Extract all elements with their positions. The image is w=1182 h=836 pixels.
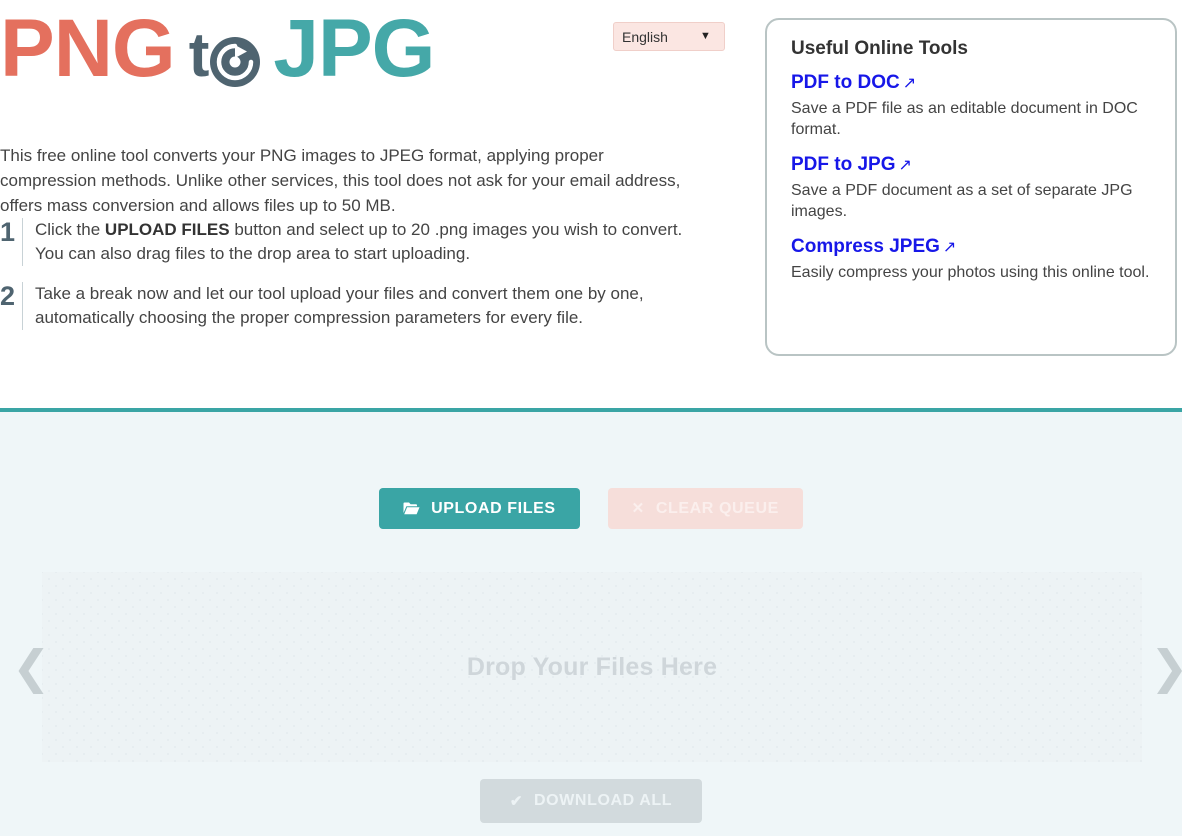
- download-all-label: DOWNLOAD ALL: [534, 792, 673, 809]
- close-x-icon: ✕: [631, 500, 645, 517]
- tool-link-label: Compress JPEG: [791, 236, 940, 257]
- upload-files-label: UPLOAD FILES: [431, 499, 556, 517]
- page-description: This free online tool converts your PNG …: [0, 146, 681, 215]
- chevron-left-icon[interactable]: ❮: [12, 644, 51, 690]
- step-divider: [22, 218, 23, 266]
- step-text: Click the UPLOAD FILES button and select…: [35, 218, 712, 266]
- useful-online-tools-panel: Useful Online Tools PDF to DOC ↗ Save a P…: [765, 18, 1177, 356]
- instruction-step: 1 Click the UPLOAD FILES button and sele…: [0, 218, 712, 266]
- upload-files-button[interactable]: UPLOAD FILES: [379, 488, 580, 529]
- tool-link-pdf-to-jpg[interactable]: PDF to JPG ↗: [791, 152, 1155, 179]
- download-all-button[interactable]: ✔ DOWNLOAD ALL: [479, 779, 703, 823]
- tool-link-pdf-to-doc[interactable]: PDF to DOC ↗: [791, 70, 1155, 97]
- tool-link-compress-jpeg[interactable]: Compress JPEG ↗: [791, 234, 1155, 261]
- external-link-icon: ↗: [942, 239, 957, 256]
- tool-item: PDF to JPG ↗ Save a PDF document as a set…: [791, 152, 1155, 222]
- clear-queue-button[interactable]: ✕ CLEAR QUEUE: [607, 488, 803, 529]
- instruction-step: 2 Take a break now and let our tool uplo…: [0, 282, 712, 330]
- logo-text-png: PNG: [0, 3, 176, 94]
- tool-link-label: PDF to DOC: [791, 72, 900, 93]
- tool-description: Save a PDF file as an editable document …: [791, 100, 1138, 138]
- language-select[interactable]: English: [613, 22, 725, 51]
- folder-open-icon: [403, 502, 420, 515]
- logo-letter-t: t: [188, 20, 210, 90]
- external-link-icon: ↗: [898, 157, 912, 174]
- page-header: PNG t JPG English ▼ This free online too…: [0, 0, 1182, 408]
- external-link-icon: ↗: [902, 75, 917, 92]
- logo-text-jpg: JPG: [273, 3, 435, 94]
- clear-queue-label: CLEAR QUEUE: [655, 499, 779, 517]
- logo-text-to: t: [189, 24, 262, 87]
- step-divider: [22, 282, 23, 330]
- drop-area-label: Drop Your Files Here: [466, 652, 718, 681]
- tool-link-label: PDF to JPG: [791, 154, 896, 175]
- step-text-before: Click the: [35, 220, 105, 239]
- step-text-emphasis: UPLOAD FILES: [104, 220, 230, 239]
- step-number: 2: [0, 281, 16, 311]
- tool-description: Easily compress your photos using this o…: [791, 264, 1150, 281]
- download-button-row: ✔ DOWNLOAD ALL: [0, 779, 1182, 823]
- site-logo: PNG t JPG: [0, 3, 435, 94]
- rotate-arrow-icon: [209, 36, 261, 88]
- tool-item: PDF to DOC ↗ Save a PDF file as an editab…: [791, 70, 1155, 140]
- step-text-after: Take a break now and let our tool upload…: [35, 284, 644, 327]
- chevron-right-icon[interactable]: ❯: [1150, 644, 1182, 690]
- upload-workspace: UPLOAD FILES ✕ CLEAR QUEUE Drop Your Fil…: [0, 412, 1182, 836]
- tool-description: Save a PDF document as a set of separate…: [791, 182, 1133, 220]
- check-icon: ✔: [509, 792, 524, 810]
- instruction-steps: 1 Click the UPLOAD FILES button and sele…: [0, 218, 712, 346]
- tool-item: Compress JPEG ↗ Easily compress your phot…: [791, 234, 1155, 283]
- action-button-row: UPLOAD FILES ✕ CLEAR QUEUE: [0, 488, 1182, 529]
- step-text: Take a break now and let our tool upload…: [35, 282, 712, 330]
- file-drop-area[interactable]: Drop Your Files Here: [42, 572, 1142, 762]
- tools-panel-title: Useful Online Tools: [791, 38, 968, 59]
- step-number: 1: [0, 217, 16, 247]
